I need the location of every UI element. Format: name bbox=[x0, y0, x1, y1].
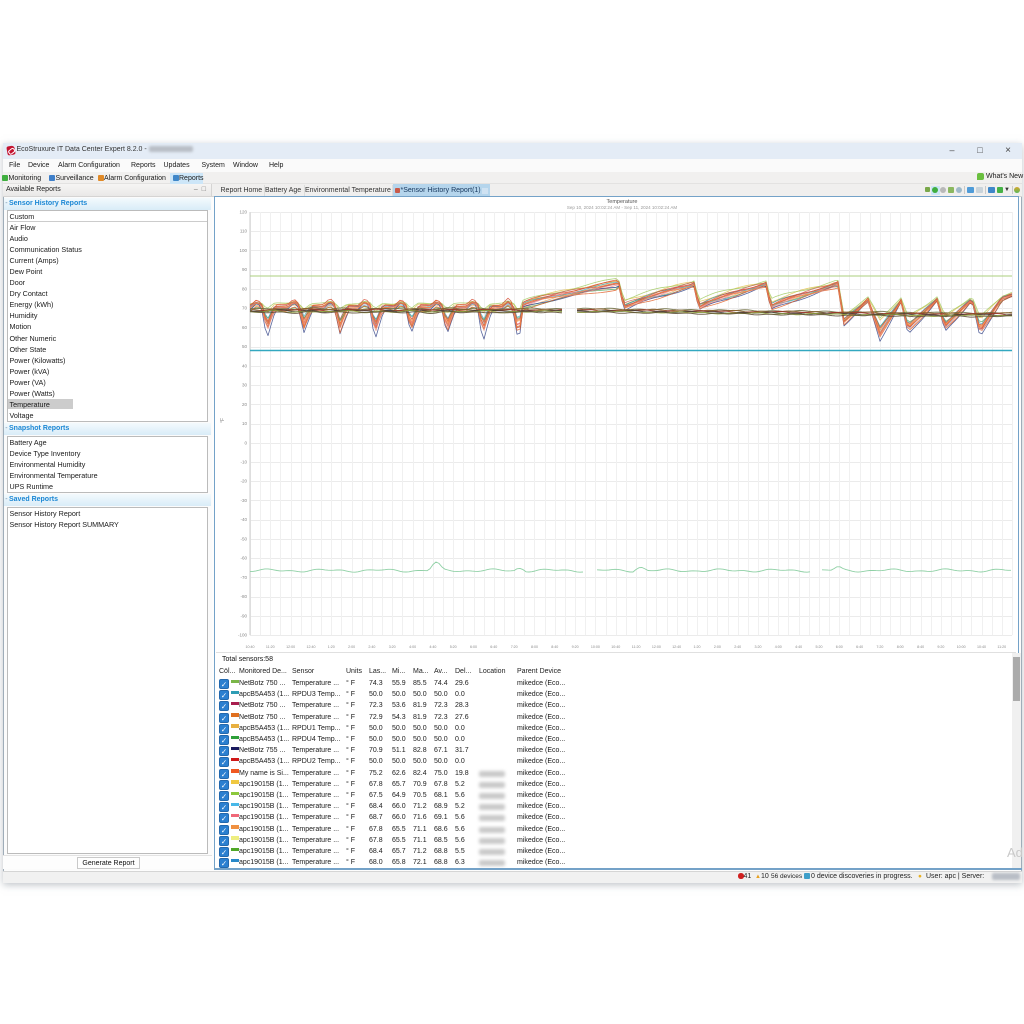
svg-text:2:40: 2:40 bbox=[368, 645, 375, 649]
svg-text:7:20: 7:20 bbox=[876, 645, 883, 649]
svg-text:4:40: 4:40 bbox=[795, 645, 802, 649]
svg-text:6:00: 6:00 bbox=[470, 645, 477, 649]
svg-text:2:00: 2:00 bbox=[714, 645, 721, 649]
svg-text:-20: -20 bbox=[240, 479, 247, 484]
svg-text:120: 120 bbox=[239, 210, 247, 215]
svg-text:10:40: 10:40 bbox=[246, 645, 255, 649]
svg-text:-30: -30 bbox=[240, 498, 247, 503]
svg-text:9:20: 9:20 bbox=[572, 645, 579, 649]
svg-text:2:00: 2:00 bbox=[348, 645, 355, 649]
svg-text:-10: -10 bbox=[240, 460, 247, 465]
svg-text:1:20: 1:20 bbox=[694, 645, 701, 649]
svg-text:10:00: 10:00 bbox=[957, 645, 966, 649]
svg-text:40: 40 bbox=[242, 363, 248, 368]
svg-text:8:40: 8:40 bbox=[551, 645, 558, 649]
svg-text:9:20: 9:20 bbox=[937, 645, 944, 649]
svg-text:11:20: 11:20 bbox=[997, 645, 1006, 649]
svg-text:-60: -60 bbox=[240, 556, 247, 561]
svg-text:10: 10 bbox=[242, 421, 248, 426]
svg-text:8:40: 8:40 bbox=[917, 645, 924, 649]
svg-text:12:40: 12:40 bbox=[307, 645, 316, 649]
svg-text:6:40: 6:40 bbox=[856, 645, 863, 649]
svg-text:100: 100 bbox=[239, 248, 247, 253]
svg-text:11:20: 11:20 bbox=[266, 645, 275, 649]
svg-text:10:40: 10:40 bbox=[977, 645, 986, 649]
svg-text:Sep 10, 2024 10:02:24 AM - Sep: Sep 10, 2024 10:02:24 AM - Sep 11, 2024 … bbox=[567, 205, 678, 210]
svg-text:12:00: 12:00 bbox=[286, 645, 295, 649]
svg-text:-90: -90 bbox=[240, 613, 247, 618]
svg-text:2:40: 2:40 bbox=[734, 645, 741, 649]
svg-text:7:20: 7:20 bbox=[511, 645, 518, 649]
svg-text:80: 80 bbox=[242, 286, 248, 291]
svg-text:50: 50 bbox=[242, 344, 248, 349]
svg-text:10:00: 10:00 bbox=[591, 645, 600, 649]
svg-text:12:00: 12:00 bbox=[652, 645, 661, 649]
svg-text:°F: °F bbox=[220, 418, 226, 423]
svg-text:-40: -40 bbox=[240, 517, 247, 522]
svg-text:12:40: 12:40 bbox=[672, 645, 681, 649]
svg-text:11:20: 11:20 bbox=[632, 645, 641, 649]
svg-text:3:20: 3:20 bbox=[389, 645, 396, 649]
svg-text:8:00: 8:00 bbox=[531, 645, 538, 649]
svg-text:6:40: 6:40 bbox=[490, 645, 497, 649]
svg-text:20: 20 bbox=[242, 402, 248, 407]
svg-text:60: 60 bbox=[242, 325, 248, 330]
svg-text:8:00: 8:00 bbox=[897, 645, 904, 649]
svg-text:6:00: 6:00 bbox=[836, 645, 843, 649]
svg-text:30: 30 bbox=[242, 383, 248, 388]
svg-text:4:00: 4:00 bbox=[775, 645, 782, 649]
svg-text:-80: -80 bbox=[240, 594, 247, 599]
svg-text:110: 110 bbox=[240, 229, 248, 234]
svg-text:-100: -100 bbox=[238, 633, 248, 638]
svg-text:5:20: 5:20 bbox=[816, 645, 823, 649]
svg-text:90: 90 bbox=[242, 267, 248, 272]
svg-text:3:20: 3:20 bbox=[755, 645, 762, 649]
svg-text:10:40: 10:40 bbox=[611, 645, 620, 649]
svg-text:4:40: 4:40 bbox=[429, 645, 436, 649]
svg-text:4:00: 4:00 bbox=[409, 645, 416, 649]
svg-text:0: 0 bbox=[244, 440, 247, 445]
svg-text:-50: -50 bbox=[240, 536, 247, 541]
svg-text:1:20: 1:20 bbox=[328, 645, 335, 649]
svg-text:5:20: 5:20 bbox=[450, 645, 457, 649]
svg-text:70: 70 bbox=[242, 306, 248, 311]
svg-text:-70: -70 bbox=[240, 575, 247, 580]
